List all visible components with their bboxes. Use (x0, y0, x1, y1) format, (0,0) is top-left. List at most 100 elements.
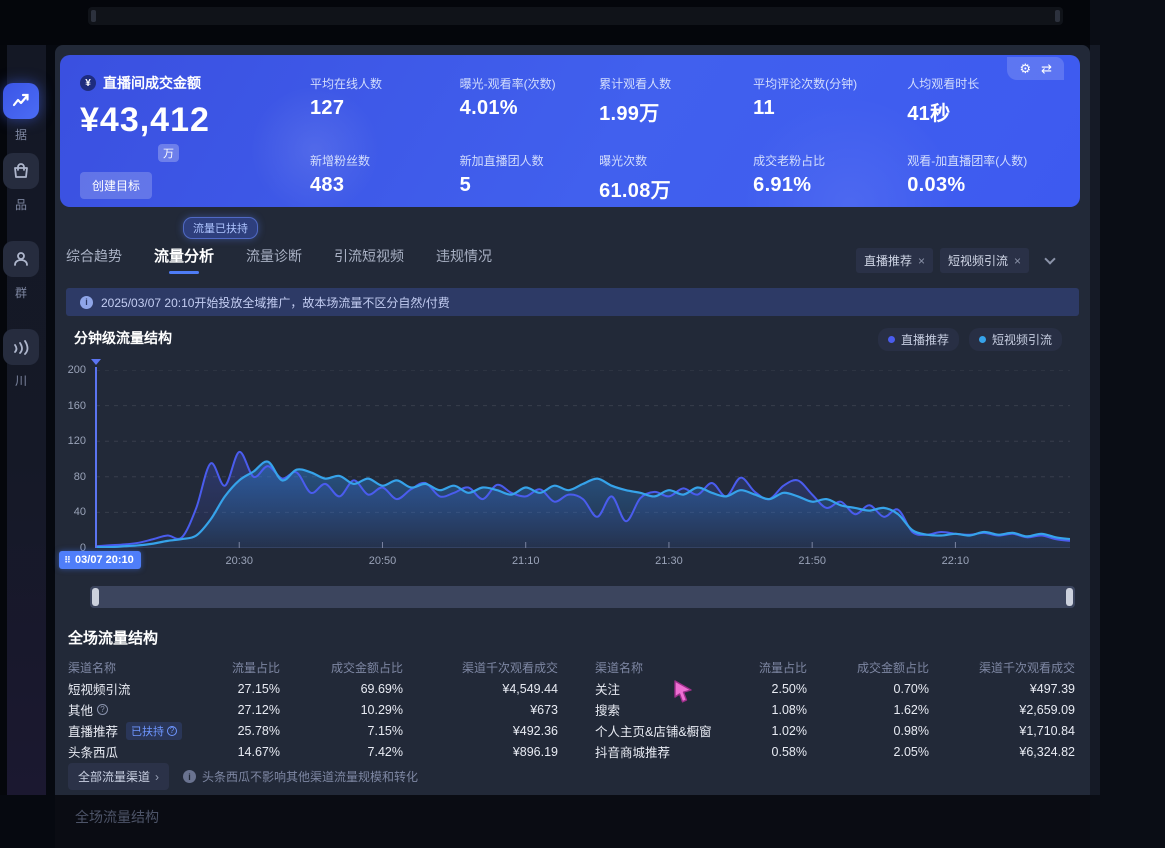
next-section-title: 全场流量结构 (75, 807, 159, 827)
next-section: 全场流量结构 (55, 795, 1090, 848)
top-bar (0, 0, 1165, 45)
col-header-channel: 渠道名称 (595, 659, 745, 676)
shopping-bag-icon[interactable] (3, 153, 39, 189)
kpi-metric: 曝光次数61.08万 (599, 152, 753, 203)
cell-gmv-share: 7.42% (280, 745, 403, 759)
legend-dot (979, 336, 986, 343)
cell-gmv-share: 1.62% (807, 703, 929, 717)
wave-signal-icon[interactable] (3, 329, 39, 365)
all-channels-label: 全部流量渠道 (78, 768, 150, 785)
sidebar-item-data[interactable]: 据 (2, 83, 40, 143)
metric-value: 127 (310, 97, 460, 120)
banner-toolbar: ⚙ ⇄ (1007, 57, 1064, 80)
cell-traffic-share: 2.50% (745, 682, 807, 696)
sidebar-item-product[interactable]: 品 (2, 153, 40, 213)
chart-y-axis: 04080120160200 (55, 370, 88, 548)
slider-right-handle[interactable] (1066, 588, 1073, 606)
metric-label: 曝光-观看率(次数) (460, 75, 599, 92)
kpi-metric: 人均观看时长41秒 (907, 75, 1054, 126)
tab-violations[interactable]: 违规情况 (436, 246, 492, 276)
footer-note: i头条西瓜不影响其他渠道流量规模和转化 (183, 768, 418, 785)
sidebar-item-audience[interactable]: 群 (2, 241, 40, 301)
y-axis-tick: 40 (74, 506, 86, 518)
table-row-channel: 关注 (595, 679, 745, 698)
chevron-right-icon: › (155, 770, 159, 784)
sidebar-item-qianchuan[interactable]: 川 (2, 329, 40, 389)
chart-legend: 直播推荐 短视频引流 (878, 328, 1062, 351)
traffic-supported-badge: 流量已扶持 (183, 217, 258, 239)
col-header-traffic-share: 流量占比 (198, 659, 280, 676)
x-axis-tick: 21:50 (798, 555, 826, 567)
minute-traffic-chart (96, 370, 1070, 548)
user-group-icon[interactable] (3, 241, 39, 277)
kpi-metric: 曝光-观看率(次数) 4.01% (460, 75, 599, 126)
col-header-rpm: 渠道千次观看成交 (929, 659, 1075, 676)
tab-bar: 综合趋势 流量分析 流量诊断 引流短视频 违规情况 (66, 245, 492, 276)
legend-label: 短视频引流 (992, 331, 1052, 348)
cell-traffic-share: 25.78% (198, 724, 280, 738)
traffic-table-left: 渠道名称 流量占比 成交金额占比 渠道千次观看成交 短视频引流 27.15% 6… (68, 657, 558, 762)
horizontal-scrollbar[interactable] (88, 7, 1063, 25)
scrollbar-left-handle[interactable] (91, 10, 96, 22)
channel-name: 直播推荐 (68, 721, 118, 740)
right-edge (1090, 0, 1165, 848)
settings-gear-icon[interactable]: ⚙ (1019, 62, 1031, 75)
col-header-gmv-share: 成交金额占比 (807, 659, 929, 676)
time-range-slider[interactable] (90, 586, 1075, 608)
info-icon: i (183, 770, 196, 783)
all-channels-button[interactable]: 全部流量渠道 › (68, 763, 169, 790)
filter-tag-live-recommend[interactable]: 直播推荐× (856, 248, 933, 273)
swap-metrics-icon[interactable]: ⇄ (1041, 62, 1052, 75)
filter-tag-short-video[interactable]: 短视频引流 × (940, 248, 1029, 273)
gmv-unit-badge: 万 (158, 144, 179, 162)
y-axis-tick: 120 (68, 435, 86, 447)
legend-live-recommend[interactable]: 直播推荐 (878, 328, 959, 351)
kpi-metric: 观看-加直播团率(人数)0.03% (907, 152, 1054, 203)
cell-rpm: ¥2,659.09 (929, 703, 1075, 717)
col-header-channel: 渠道名称 (68, 659, 198, 676)
table-row-channel: 头条西瓜 (68, 742, 198, 761)
tab-traffic-analysis[interactable]: 流量分析 (154, 245, 214, 276)
trend-chart-icon[interactable] (3, 83, 39, 119)
tab-traffic-diagnosis[interactable]: 流量诊断 (246, 246, 302, 276)
channel-filter-select[interactable]: 直播推荐× 短视频引流 × (856, 248, 1060, 273)
metric-label: 新增粉丝数 (310, 152, 460, 169)
filter-tag-label: 短视频引流 (948, 252, 1008, 269)
tab-overall-trend[interactable]: 综合趋势 (66, 246, 122, 276)
y-axis-tick: 160 (68, 400, 86, 412)
sidebar-item-label: 群 (2, 284, 40, 301)
axis-pointer-icon (91, 359, 101, 365)
cell-traffic-share: 14.67% (198, 745, 280, 759)
cell-traffic-share: 1.02% (745, 724, 807, 738)
y-axis-tick: 200 (68, 364, 86, 376)
remove-tag-icon[interactable]: × (1014, 254, 1021, 268)
slider-left-handle[interactable] (92, 588, 99, 606)
live-room-kpi-banner: ¥ 直播间成交金额 ¥43,412 万 创建目标 平均在线人数127 曝光-观看… (60, 55, 1080, 207)
supported-badge-label: 已扶持 (131, 723, 164, 739)
cell-rpm: ¥497.39 (929, 682, 1075, 696)
chart-x-axis: 20:3020:5021:1021:3021:5022:10 (96, 555, 1070, 571)
gmv-coin-icon: ¥ (80, 75, 96, 91)
metric-value: 0.03% (907, 174, 1054, 197)
chart-y-axis-line (95, 367, 97, 548)
chevron-down-icon[interactable] (1044, 253, 1055, 264)
create-goal-button[interactable]: 创建目标 (80, 172, 152, 199)
table-row-channel: 搜索 (595, 700, 745, 719)
chart-title: 分钟级流量结构 (74, 328, 172, 348)
remove-tag-icon[interactable]: × (918, 254, 925, 268)
tab-drainage-short-video[interactable]: 引流短视频 (334, 246, 404, 276)
kpi-metric: 累计观看人数1.99万 (599, 75, 753, 126)
channel-name: 短视频引流 (68, 679, 131, 698)
cell-gmv-share: 7.15% (280, 724, 403, 738)
x-axis-tick: 22:10 (942, 555, 970, 567)
legend-short-video[interactable]: 短视频引流 (969, 328, 1062, 351)
help-circle-icon[interactable]: ? (97, 704, 108, 715)
metric-value: 1.99万 (599, 97, 753, 126)
channel-name: 抖音商城推荐 (595, 742, 670, 761)
scrollbar-right-handle[interactable] (1055, 10, 1060, 22)
help-circle-icon[interactable]: ? (167, 726, 177, 736)
x-axis-tick: 20:30 (225, 555, 253, 567)
metric-value: 4.01% (460, 97, 599, 120)
x-axis-start-badge[interactable]: ⠿ 03/07 20:10 (59, 551, 141, 569)
y-axis-tick: 80 (74, 471, 86, 483)
